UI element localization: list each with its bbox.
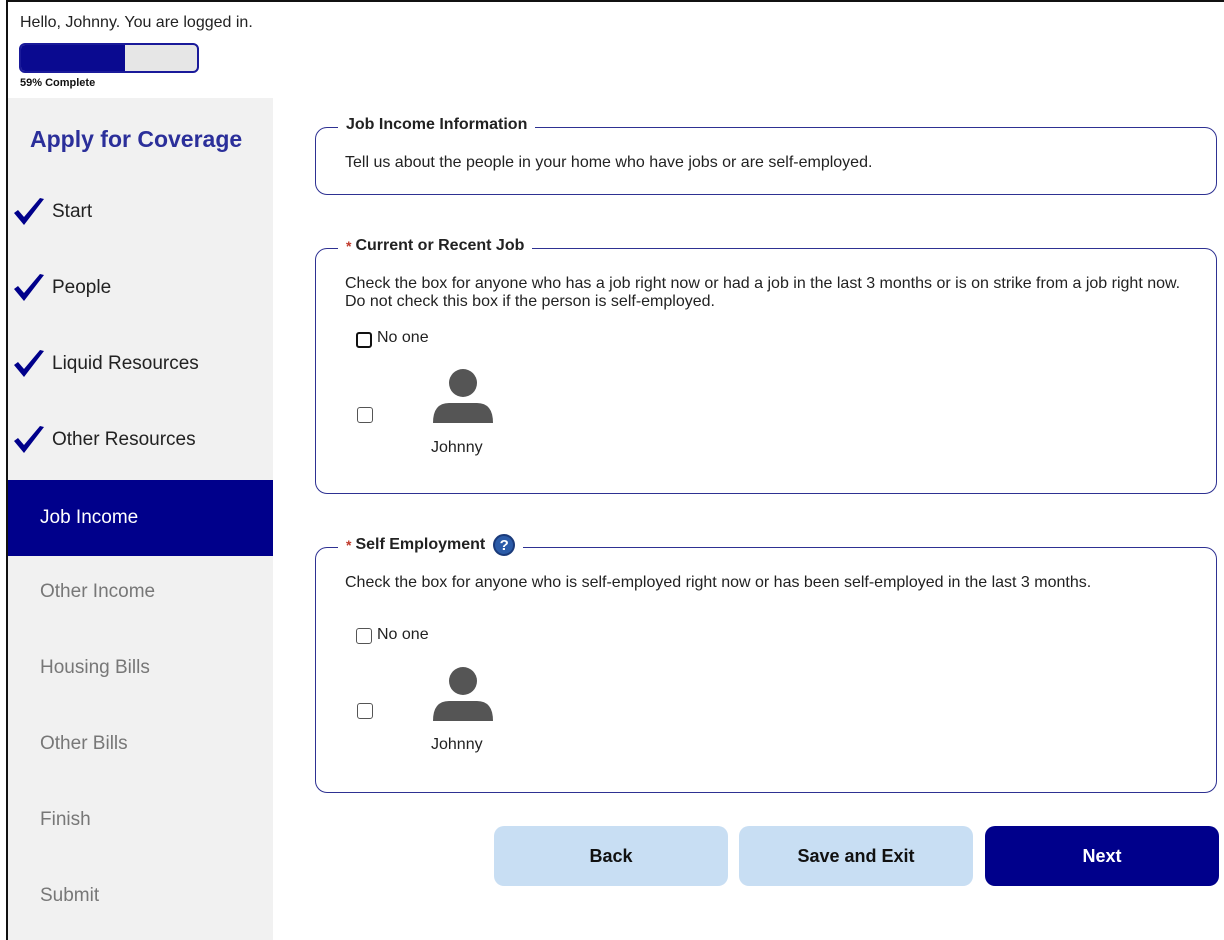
next-button[interactable]: Next: [985, 826, 1219, 886]
person-avatar-icon: [433, 369, 493, 423]
login-greeting: Hello, Johnny. You are logged in.: [20, 14, 253, 31]
progress-bar-fill: [21, 45, 125, 71]
person-name: Johnny: [431, 439, 483, 456]
section-description: Tell us about the people in your home wh…: [345, 154, 873, 171]
sidebar-item-start[interactable]: Start: [8, 174, 273, 250]
section-legend: * Current or Recent Job: [338, 237, 533, 255]
section-description: Check the box for anyone who has a job r…: [345, 275, 1181, 310]
help-icon[interactable]: ?: [493, 534, 516, 556]
self-employment-johnny-checkbox[interactable]: [357, 703, 373, 719]
sidebar-item-label: Job Income: [40, 507, 139, 528]
sidebar-item-label: Liquid Resources: [52, 353, 199, 374]
sidebar-item-other-income[interactable]: Other Income: [8, 554, 273, 630]
sidebar-item-people[interactable]: People: [8, 250, 273, 326]
section-legend: Job Income Information: [338, 116, 536, 134]
sidebar-item-label: Finish: [40, 809, 91, 830]
current-job-no-one-checkbox[interactable]: [356, 332, 372, 348]
person-avatar-icon: [433, 667, 493, 721]
progress-label: 59% Complete: [20, 77, 96, 89]
self-employment-no-one-checkbox[interactable]: [356, 628, 372, 644]
sidebar-item-finish[interactable]: Finish: [8, 782, 273, 858]
job-income-info-section: Job Income Information Tell us about the…: [315, 116, 1217, 195]
person-name: Johnny: [431, 736, 483, 753]
window-border-top: [6, 0, 1224, 2]
sidebar-item-other-resources[interactable]: Other Resources: [8, 402, 273, 478]
sidebar-item-label: Other Bills: [40, 733, 128, 754]
required-marker: *: [346, 238, 352, 254]
sidebar-item-job-income[interactable]: Job Income: [8, 480, 273, 556]
save-and-exit-button[interactable]: Save and Exit: [739, 826, 973, 886]
current-job-no-one-label[interactable]: No one: [377, 329, 429, 347]
section-description: Check the box for anyone who is self-emp…: [345, 574, 1092, 591]
sidebar-item-other-bills[interactable]: Other Bills: [8, 706, 273, 782]
self-employment-section: * Self Employment ? Check the box for an…: [315, 534, 1217, 793]
section-legend-text: Self Employment: [355, 536, 486, 553]
section-legend: * Self Employment ?: [338, 534, 524, 556]
section-legend-text: Job Income Information: [346, 116, 528, 133]
current-job-johnny-checkbox[interactable]: [357, 407, 373, 423]
sidebar-item-submit[interactable]: Submit: [8, 858, 273, 934]
sidebar-item-label: Start: [52, 201, 93, 222]
sidebar-item-liquid-resources[interactable]: Liquid Resources: [8, 326, 273, 402]
sidebar-item-label: Housing Bills: [40, 657, 150, 678]
section-legend-text: Current or Recent Job: [355, 237, 525, 254]
sidebar-item-label: Other Resources: [52, 429, 196, 450]
progress-bar: [19, 43, 199, 73]
sidebar: Apply for Coverage Start People Liquid R…: [8, 98, 273, 940]
checkmark-icon: [14, 350, 44, 377]
back-button[interactable]: Back: [494, 826, 728, 886]
sidebar-item-housing-bills[interactable]: Housing Bills: [8, 630, 273, 706]
sidebar-item-label: People: [52, 277, 112, 298]
sidebar-item-label: Submit: [40, 885, 100, 906]
required-marker: *: [346, 537, 352, 553]
current-job-section: * Current or Recent Job Check the box fo…: [315, 237, 1217, 494]
self-employment-no-one-label[interactable]: No one: [377, 626, 429, 644]
sidebar-title: Apply for Coverage: [30, 126, 243, 152]
checkmark-icon: [14, 274, 44, 301]
sidebar-item-label: Other Income: [40, 581, 156, 602]
checkmark-icon: [14, 426, 44, 453]
checkmark-icon: [14, 198, 44, 225]
